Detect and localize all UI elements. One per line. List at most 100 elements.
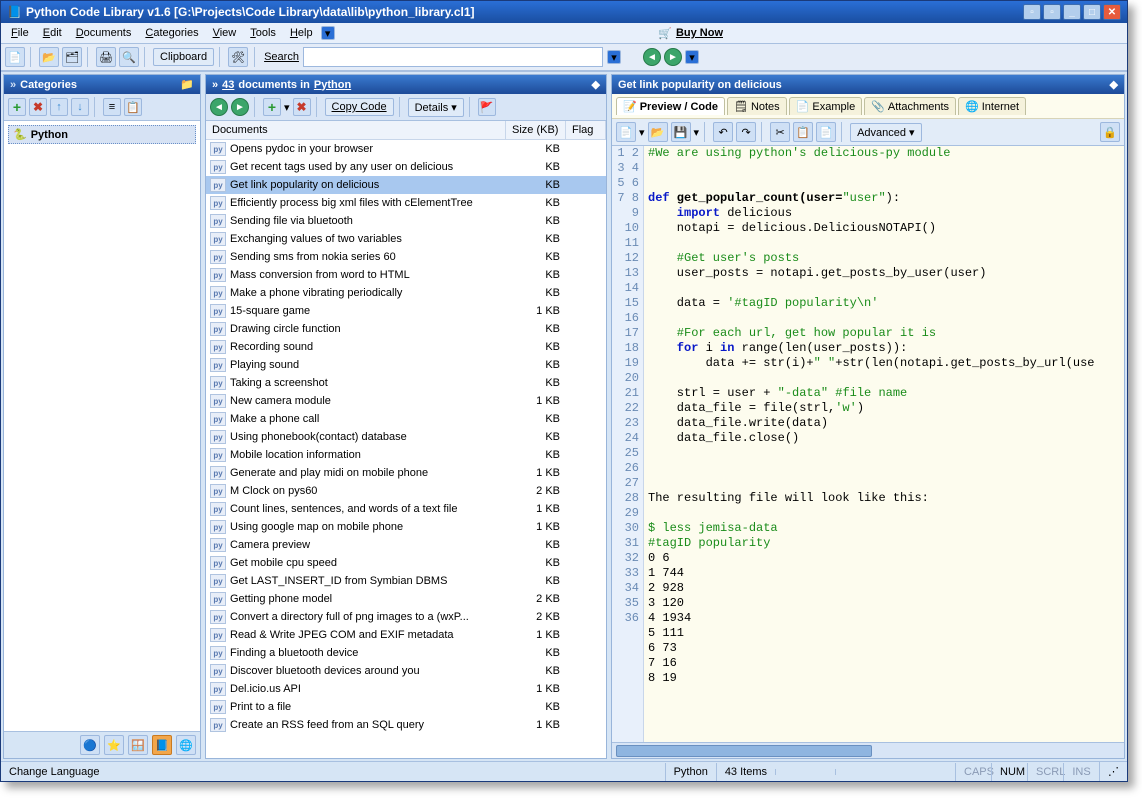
cat-paste-icon[interactable]: 📋 (124, 98, 142, 116)
search-input[interactable] (308, 51, 598, 63)
printpreview-icon[interactable]: 🔍 (119, 47, 139, 67)
docs-delete-icon[interactable]: ✖ (293, 98, 311, 116)
document-row[interactable]: py15-square game1 KB (206, 302, 606, 320)
tab-example[interactable]: 📄Example (789, 97, 863, 115)
tab-preview-code[interactable]: 📝Preview / Code (616, 97, 725, 115)
open-icon[interactable]: 📂 (39, 47, 59, 67)
document-row[interactable]: pyGet recent tags used by any user on de… (206, 158, 606, 176)
document-row[interactable]: pyFinding a bluetooth deviceKB (206, 644, 606, 662)
document-row[interactable]: pyCreate an RSS feed from an SQL query1 … (206, 716, 606, 734)
close-button[interactable]: ✕ (1103, 4, 1121, 20)
document-row[interactable]: pyRecording soundKB (206, 338, 606, 356)
tab-notes[interactable]: 🗒Notes (727, 97, 787, 115)
tab-attachments[interactable]: 📎Attachments (864, 97, 956, 115)
document-row[interactable]: pyCount lines, sentences, and words of a… (206, 500, 606, 518)
document-row[interactable]: pyNew camera module1 KB (206, 392, 606, 410)
document-row[interactable]: pyConvert a directory full of png images… (206, 608, 606, 626)
code-open-icon[interactable]: 📂 (648, 122, 668, 142)
cat-sort-icon[interactable]: ≡ (103, 98, 121, 116)
tray-icon-3[interactable]: 🪟 (128, 735, 148, 755)
tray-icon-4[interactable]: 📘 (152, 735, 172, 755)
document-row[interactable]: pyDel.icio.us API1 KB (206, 680, 606, 698)
advanced-button[interactable]: Advanced ▾ (850, 123, 922, 142)
copy-code-button[interactable]: Copy Code (325, 98, 394, 116)
menu-documents[interactable]: Documents (70, 25, 138, 41)
clipboard-button[interactable]: Clipboard (153, 48, 214, 66)
tree-item-python[interactable]: 🐍 Python (8, 125, 196, 144)
menu-view[interactable]: View (207, 25, 243, 41)
menu-edit[interactable]: Edit (37, 25, 68, 41)
code-save-icon[interactable]: 💾 (671, 122, 691, 142)
menu-tools[interactable]: Tools (244, 25, 282, 41)
details-button[interactable]: Details ▾ (408, 98, 464, 117)
docs-add-dropdown[interactable]: ▾ (284, 101, 290, 114)
document-row[interactable]: pyPrint to a fileKB (206, 698, 606, 716)
document-row[interactable]: pyGet link popularity on deliciousKB (206, 176, 606, 194)
document-row[interactable]: pyCamera previewKB (206, 536, 606, 554)
search-dropdown-icon[interactable]: ▾ (607, 50, 621, 64)
menu-categories[interactable]: Categories (139, 25, 204, 41)
tab-internet[interactable]: 🌐Internet (958, 97, 1026, 115)
docs-add-icon[interactable]: + (263, 98, 281, 116)
document-row[interactable]: pyEfficiently process big xml files with… (206, 194, 606, 212)
resize-grip[interactable]: ⋰ (1099, 762, 1127, 781)
code-hscroll[interactable] (612, 742, 1124, 758)
redo-icon[interactable]: ↷ (736, 122, 756, 142)
minimize-button[interactable]: _ (1063, 4, 1081, 20)
code-new-icon[interactable]: 📄 (616, 122, 636, 142)
document-row[interactable]: pyOpens pydoc in your browserKB (206, 140, 606, 158)
docs-flag-icon[interactable]: 🚩 (478, 98, 496, 116)
folder-icon[interactable]: 📁 (180, 78, 194, 91)
document-row[interactable]: pyGet LAST_INSERT_ID from Symbian DBMSKB (206, 572, 606, 590)
buy-now-link[interactable]: Buy Now (676, 27, 723, 39)
docs-fwd-icon[interactable]: ► (231, 98, 249, 116)
document-row[interactable]: pySending file via bluetoothKB (206, 212, 606, 230)
maximize-button[interactable]: □ (1083, 4, 1101, 20)
document-row[interactable]: pyRead & Write JPEG COM and EXIF metadat… (206, 626, 606, 644)
document-row[interactable]: pyMobile location informationKB (206, 446, 606, 464)
document-row[interactable]: pyMake a phone vibrating periodicallyKB (206, 284, 606, 302)
copy-icon[interactable]: 📋 (793, 122, 813, 142)
tray-icon-2[interactable]: ⭐ (104, 735, 124, 755)
status-change-lang[interactable]: Change Language (1, 763, 108, 781)
document-row[interactable]: pyMass conversion from word to HTMLKB (206, 266, 606, 284)
document-row[interactable]: pySending sms from nokia series 60KB (206, 248, 606, 266)
cat-down-icon[interactable]: ↓ (71, 98, 89, 116)
search-box[interactable] (303, 47, 603, 67)
print-icon[interactable]: 🖨 (96, 47, 116, 67)
menu-help[interactable]: Help (284, 25, 319, 41)
sys-btn-1[interactable]: ▫ (1023, 4, 1041, 20)
cat-up-icon[interactable]: ↑ (50, 98, 68, 116)
undo-icon[interactable]: ↶ (713, 122, 733, 142)
menu-dropdown-icon[interactable]: ▾ (321, 26, 335, 40)
paste-icon[interactable]: 📄 (816, 122, 836, 142)
document-row[interactable]: pyUsing google map on mobile phone1 KB (206, 518, 606, 536)
nav-dropdown-icon[interactable]: ▾ (685, 50, 699, 64)
col-flag[interactable]: Flag (566, 121, 606, 139)
document-row[interactable]: pyExchanging values of two variablesKB (206, 230, 606, 248)
code-header-icon[interactable]: ◆ (1110, 78, 1118, 91)
docs-count-link[interactable]: 43 (222, 79, 234, 91)
docs-category-link[interactable]: Python (314, 79, 351, 91)
document-row[interactable]: pyDiscover bluetooth devices around youK… (206, 662, 606, 680)
document-row[interactable]: pyGet mobile cpu speedKB (206, 554, 606, 572)
document-row[interactable]: pyMake a phone callKB (206, 410, 606, 428)
document-row[interactable]: pyM Clock on pys602 KB (206, 482, 606, 500)
nav-fwd-icon[interactable]: ► (664, 48, 682, 66)
lock-icon[interactable]: 🔒 (1100, 122, 1120, 142)
nav-back-icon[interactable]: ◄ (643, 48, 661, 66)
document-row[interactable]: pyDrawing circle functionKB (206, 320, 606, 338)
document-row[interactable]: pyGetting phone model2 KB (206, 590, 606, 608)
open2-icon[interactable]: 🗂 (62, 47, 82, 67)
docs-back-icon[interactable]: ◄ (210, 98, 228, 116)
code-text[interactable]: #We are using python's delicious-py modu… (644, 146, 1124, 742)
document-row[interactable]: pyUsing phonebook(contact) databaseKB (206, 428, 606, 446)
new-icon[interactable]: 📄 (5, 47, 25, 67)
document-row[interactable]: pyTaking a screenshotKB (206, 374, 606, 392)
tray-icon-1[interactable]: 🔵 (80, 735, 100, 755)
document-row[interactable]: pyPlaying soundKB (206, 356, 606, 374)
cat-add-icon[interactable]: + (8, 98, 26, 116)
col-documents[interactable]: Documents (206, 121, 506, 139)
document-row[interactable]: pyGenerate and play midi on mobile phone… (206, 464, 606, 482)
col-size[interactable]: Size (KB) (506, 121, 566, 139)
